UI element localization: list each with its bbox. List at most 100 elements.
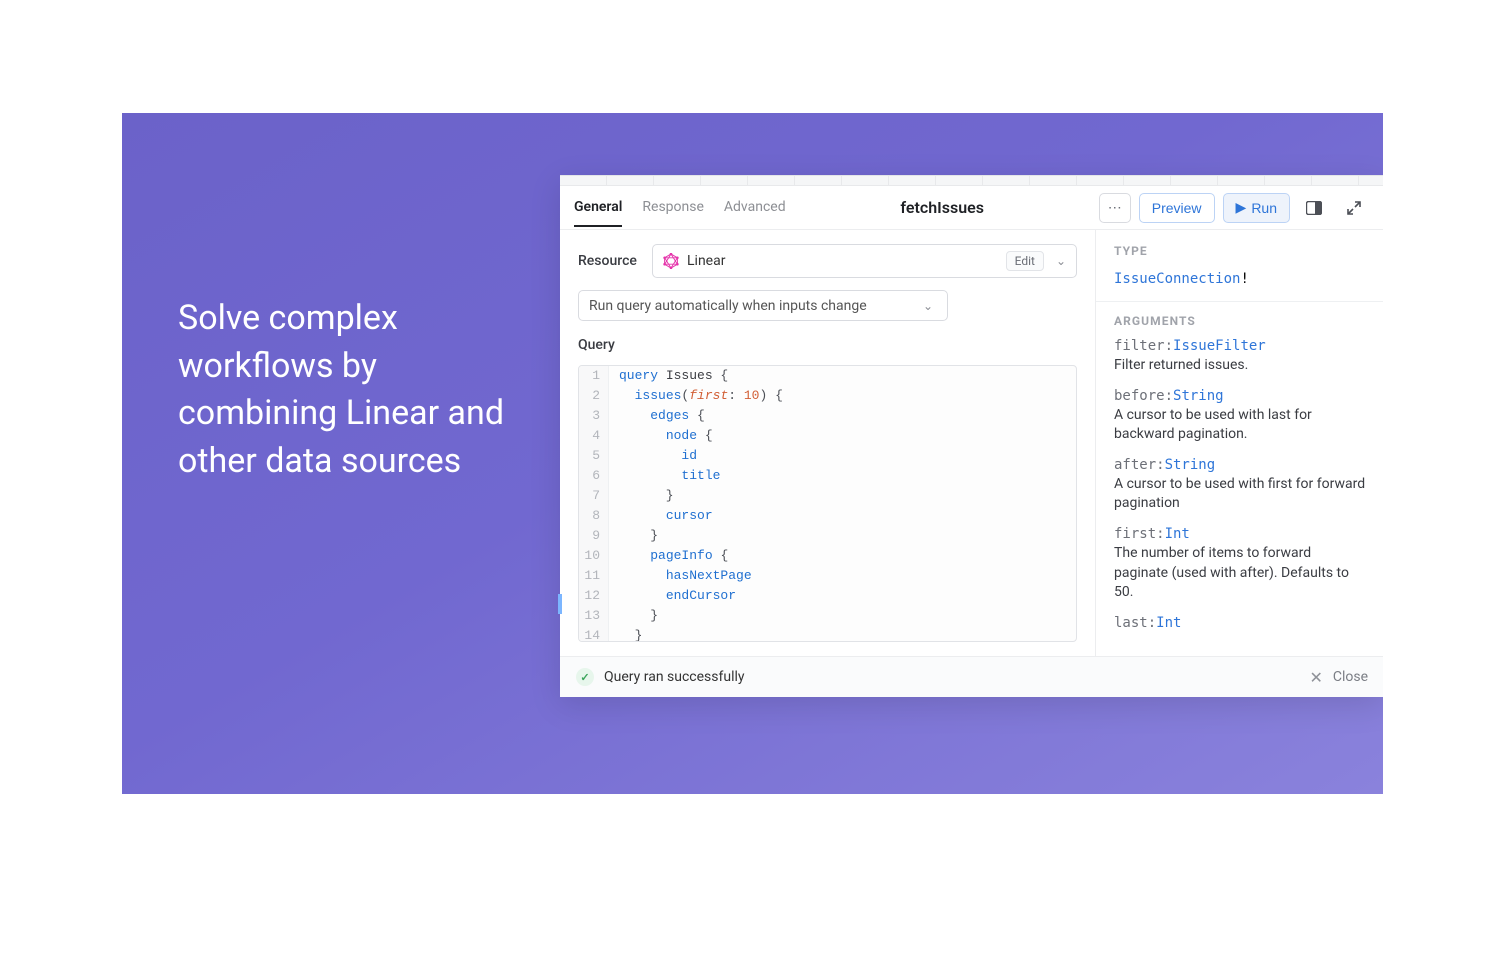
argument-signature: before:String: [1114, 388, 1366, 404]
argument-signature: filter:IssueFilter: [1114, 338, 1366, 354]
trigger-select[interactable]: Run query automatically when inputs chan…: [578, 290, 948, 321]
tab-response[interactable]: Response: [642, 189, 704, 226]
side-indicator: [558, 594, 562, 614]
docs-argument: first:Int The number of items to forward …: [1114, 526, 1366, 603]
topbar-actions: ⋯ Preview ▶ Run: [1099, 193, 1370, 223]
argument-description: Filter returned issues.: [1114, 356, 1366, 376]
code-content: cursor: [609, 506, 713, 526]
run-button[interactable]: ▶ Run: [1223, 193, 1290, 223]
tab-general[interactable]: General: [574, 189, 622, 227]
argument-description: A cursor to be used with last for backwa…: [1114, 406, 1366, 445]
more-menu-button[interactable]: ⋯: [1099, 193, 1131, 223]
line-number: 13: [579, 606, 609, 626]
panel-tabs: General Response Advanced: [574, 189, 786, 226]
argument-name: before:: [1114, 388, 1173, 404]
close-button[interactable]: ✕ Close: [1309, 668, 1368, 687]
line-number: 12: [579, 586, 609, 606]
docs-arguments-heading: ARGUMENTS: [1114, 314, 1366, 328]
code-line: 1query Issues {: [579, 366, 1076, 386]
query-section-label: Query: [578, 337, 1077, 353]
code-content: endCursor: [609, 586, 736, 606]
docs-type-link[interactable]: IssueConnection: [1114, 271, 1240, 287]
code-line: 8 cursor: [579, 506, 1076, 526]
argument-signature: after:String: [1114, 457, 1366, 473]
line-number: 10: [579, 546, 609, 566]
code-content: issues(first: 10) {: [609, 386, 783, 406]
docs-type-heading: TYPE: [1114, 244, 1366, 258]
code-content: hasNextPage: [609, 566, 752, 586]
code-line: 13 }: [579, 606, 1076, 626]
docs-argument: last:Int: [1114, 615, 1366, 631]
panel-layout-button[interactable]: [1298, 193, 1330, 223]
line-number: 11: [579, 566, 609, 586]
query-editor[interactable]: 1query Issues {2 issues(first: 10) {3 ed…: [578, 365, 1077, 642]
argument-description: A cursor to be used with first for forwa…: [1114, 475, 1366, 514]
status-bar: ✓ Query ran successfully ✕ Close: [560, 657, 1383, 697]
expand-icon: [1347, 201, 1361, 215]
argument-type-link[interactable]: Int: [1165, 526, 1190, 542]
chevron-down-icon: ⌄: [919, 299, 937, 313]
status-left: ✓ Query ran successfully: [576, 668, 745, 686]
docs-type-bang: !: [1240, 271, 1248, 287]
run-label: Run: [1251, 200, 1277, 216]
line-number: 5: [579, 446, 609, 466]
code-content: title: [609, 466, 720, 486]
argument-name: first:: [1114, 526, 1165, 542]
marketing-canvas: Solve complex workflows by combining Lin…: [122, 113, 1383, 794]
tab-advanced[interactable]: Advanced: [724, 189, 786, 226]
resource-label: Resource: [578, 253, 638, 269]
tab-ruler-strip: [560, 176, 1383, 186]
code-content: pageInfo {: [609, 546, 728, 566]
line-number: 3: [579, 406, 609, 426]
docs-column: TYPE IssueConnection! ARGUMENTS filter:I…: [1096, 230, 1383, 656]
code-line: 10 pageInfo {: [579, 546, 1076, 566]
code-content: }: [609, 606, 658, 626]
preview-button[interactable]: Preview: [1139, 193, 1215, 223]
code-line: 14 }: [579, 626, 1076, 642]
resource-select[interactable]: Linear Edit ⌄: [652, 244, 1077, 278]
topbar: General Response Advanced fetchIssues ⋯ …: [560, 186, 1383, 230]
headline: Solve complex workflows by combining Lin…: [178, 295, 538, 485]
argument-description: The number of items to forward paginate …: [1114, 544, 1366, 603]
check-icon: ✓: [576, 668, 594, 686]
code-line: 11 hasNextPage: [579, 566, 1076, 586]
argument-type-link[interactable]: Int: [1156, 615, 1181, 631]
more-icon: ⋯: [1108, 199, 1122, 216]
code-line: 6 title: [579, 466, 1076, 486]
line-number: 2: [579, 386, 609, 406]
line-number: 9: [579, 526, 609, 546]
argument-name: after:: [1114, 457, 1165, 473]
code-content: }: [609, 526, 658, 546]
query-name[interactable]: fetchIssues: [798, 198, 1087, 217]
line-number: 7: [579, 486, 609, 506]
docs-argument: before:String A cursor to be used with la…: [1114, 388, 1366, 445]
argument-name: last:: [1114, 615, 1156, 631]
chevron-down-icon: ⌄: [1052, 254, 1070, 268]
graphql-icon: [663, 253, 679, 269]
docs-type-row: IssueConnection!: [1114, 268, 1366, 287]
argument-signature: first:Int: [1114, 526, 1366, 542]
code-content: }: [609, 626, 642, 642]
code-content: query Issues {: [609, 366, 728, 386]
docs-arguments-list: filter:IssueFilter Filter returned issues…: [1114, 338, 1366, 631]
argument-type-link[interactable]: String: [1165, 457, 1216, 473]
code-content: edges {: [609, 406, 705, 426]
docs-argument: after:String A cursor to be used with fir…: [1114, 457, 1366, 514]
edit-resource-button[interactable]: Edit: [1006, 251, 1044, 271]
code-line: 12 endCursor: [579, 586, 1076, 606]
panel-body: Resource Linear Edit ⌄ Run query automat…: [560, 230, 1383, 657]
query-editor-panel: General Response Advanced fetchIssues ⋯ …: [560, 175, 1383, 697]
expand-button[interactable]: [1338, 193, 1370, 223]
panel-layout-icon: [1306, 201, 1322, 215]
close-icon: ✕: [1309, 668, 1322, 687]
line-number: 6: [579, 466, 609, 486]
code-line: 3 edges {: [579, 406, 1076, 426]
line-number: 14: [579, 626, 609, 642]
play-icon: ▶: [1236, 199, 1247, 216]
code-content: id: [609, 446, 697, 466]
argument-signature: last:Int: [1114, 615, 1366, 631]
resource-name: Linear: [687, 253, 998, 269]
argument-type-link[interactable]: IssueFilter: [1173, 338, 1266, 354]
close-label: Close: [1333, 669, 1368, 685]
argument-type-link[interactable]: String: [1173, 388, 1224, 404]
